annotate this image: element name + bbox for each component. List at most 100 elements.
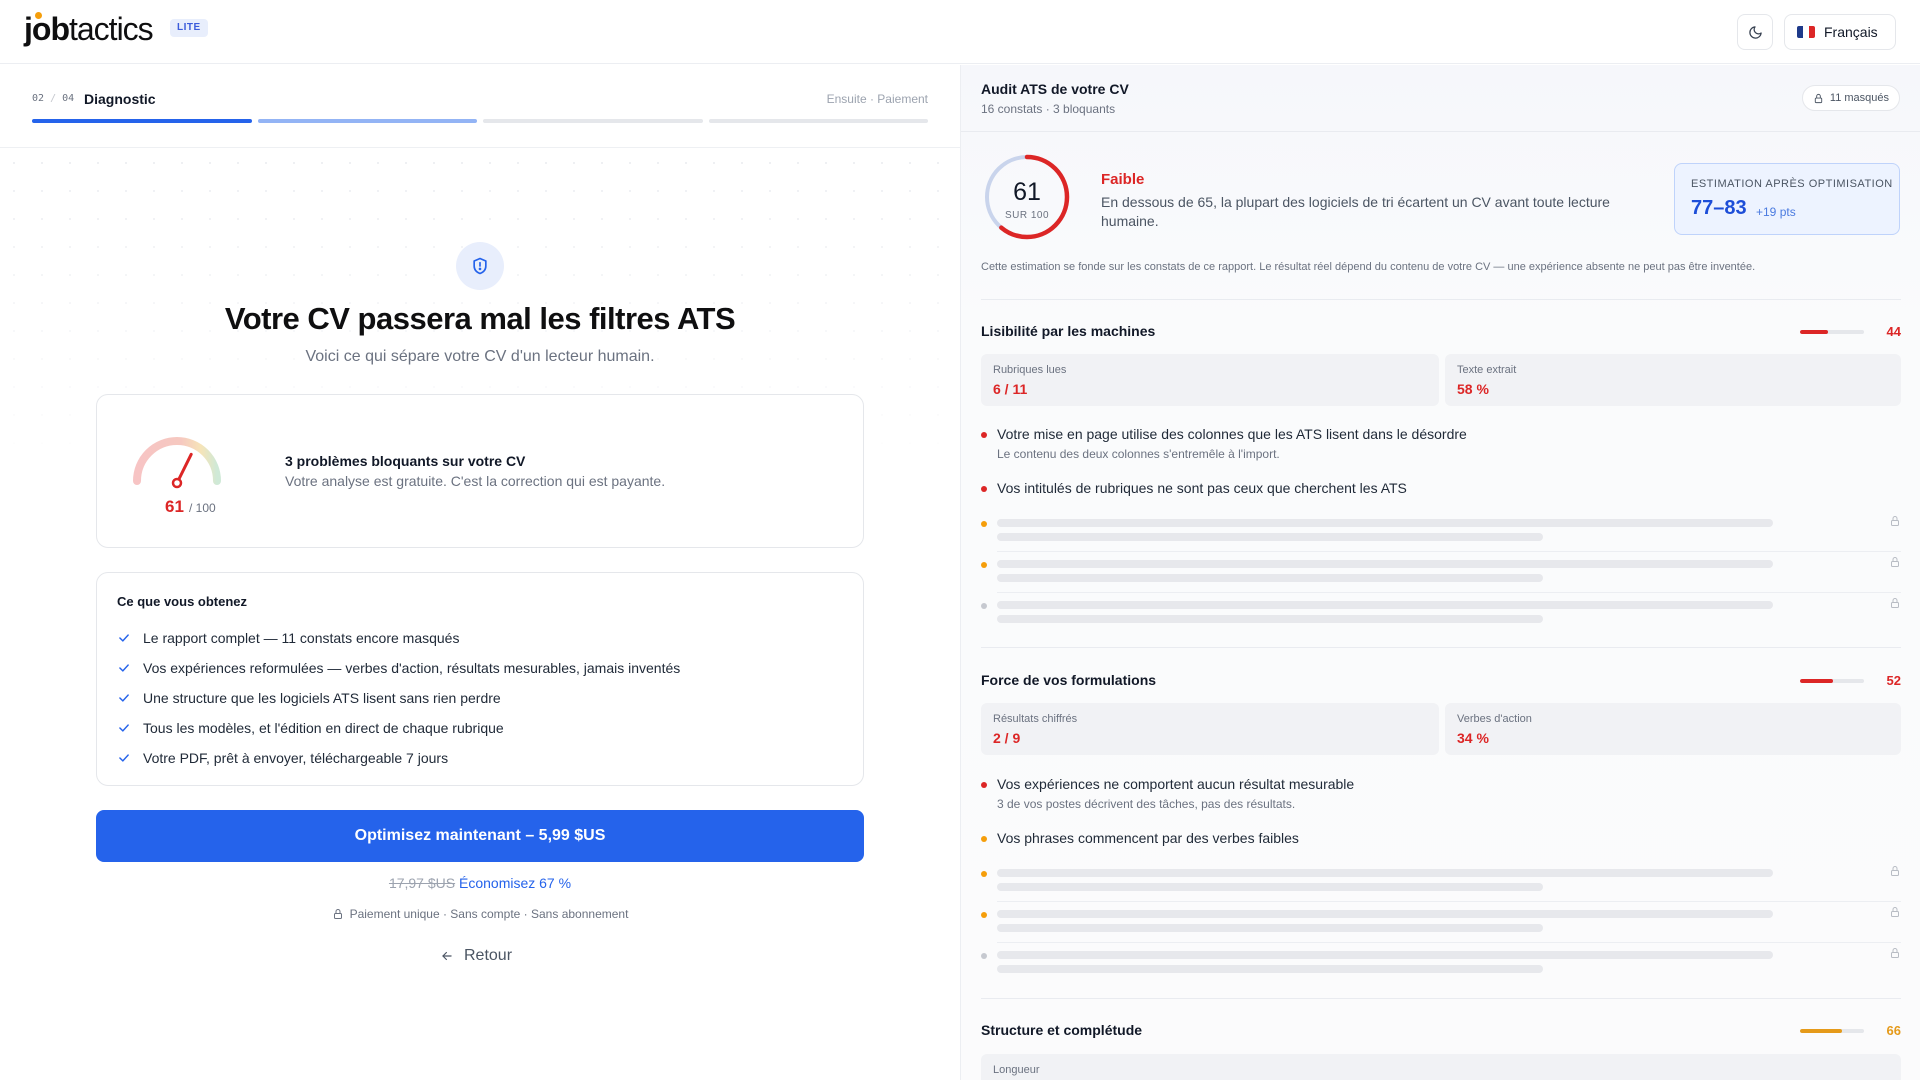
stat-value: 6 / 11 (993, 381, 1028, 397)
benefit-text: Tous les modèles, et l'édition en direct… (143, 720, 504, 736)
section-score-bar (1800, 1029, 1864, 1033)
step-progress-bar (32, 119, 928, 123)
section-title: Force de vos formulations (981, 672, 1157, 688)
severity-dot (981, 486, 987, 492)
section-score: 44 (1886, 324, 1901, 339)
benefits-card: Ce que vous obtenez Le rapport complet —… (96, 572, 864, 786)
language-label: Français (1824, 24, 1878, 40)
theme-toggle-button[interactable] (1737, 14, 1773, 50)
estimate-disclaimer: Cette estimation se fonde sur les consta… (981, 261, 1756, 273)
section-score-bar (1800, 330, 1864, 334)
severity-dot (981, 603, 987, 609)
section-score-fill (1800, 330, 1829, 334)
placeholder-line (997, 560, 1773, 568)
severity-dot (981, 871, 987, 877)
moon-icon (1748, 25, 1762, 39)
severity-dot (981, 912, 987, 918)
report-score: 61 (1013, 178, 1041, 206)
top-bar: jobtactics LITE Français (0, 0, 1920, 64)
stat-label: Rubriques lues (993, 364, 1067, 376)
savings-label: Économisez 67 % (459, 875, 572, 891)
benefit-text: Votre PDF, prêt à envoyer, téléchargeabl… (143, 750, 449, 766)
placeholder-line (997, 951, 1773, 959)
placeholder-line (997, 910, 1773, 918)
stat-value: 2 / 9 (993, 730, 1021, 746)
finding-detail: Le contenu des deux colonnes s'entremêle… (997, 447, 1280, 461)
stat-label: Longueur (993, 1064, 1040, 1076)
score-summary-card: 61 / 100 3 problèmes bloquants sur votre… (96, 394, 864, 548)
lock-icon (1891, 516, 1899, 526)
estimate-value: 77–83 (1691, 197, 1747, 219)
score-max: / 100 (189, 501, 216, 515)
step-counter: 02 / 04 (32, 93, 75, 104)
divider (997, 592, 1901, 593)
section-score-bar (1800, 679, 1864, 683)
grade-label: Faible (1101, 171, 1145, 188)
stat-label: Verbes d'action (1457, 713, 1532, 725)
divider (997, 901, 1901, 902)
divider (961, 131, 1920, 132)
stat-label: Texte extrait (1457, 364, 1517, 376)
language-selector[interactable]: Français (1784, 14, 1896, 50)
payment-note: Paiement unique · Sans compte · Sans abo… (0, 907, 960, 921)
report-title: Audit ATS de votre CV (981, 81, 1129, 97)
stat-card: Verbes d'action 34 % (1445, 703, 1901, 755)
section-score-fill (1800, 1029, 1843, 1033)
placeholder-line (997, 574, 1543, 582)
check-icon (117, 721, 131, 735)
report-subtitle: 16 constats · 3 bloquants (981, 102, 1116, 116)
divider (981, 299, 1901, 300)
checkout-panel: 02 / 04 Diagnostic Ensuite · Paiement Vo… (0, 65, 960, 1080)
section-score: 52 (1886, 673, 1901, 688)
placeholder-line (997, 924, 1543, 932)
stat-label: Résultats chiffrés (993, 713, 1078, 725)
check-icon (117, 631, 131, 645)
masked-finding (981, 863, 1901, 903)
next-step-label: Ensuite · Paiement (826, 92, 928, 106)
estimate-label: ESTIMATION APRÈS OPTIMISATION (1691, 178, 1893, 190)
list-item: Une structure que les logiciels ATS lise… (117, 683, 680, 713)
placeholder-line (997, 601, 1773, 609)
divider (0, 147, 960, 148)
finding-title: Vos intitulés de rubriques ne sont pas c… (997, 480, 1407, 496)
payment-note-text: Paiement unique · Sans compte · Sans abo… (349, 907, 629, 921)
divider (981, 647, 1901, 648)
finding-title: Vos expériences ne comportent aucun résu… (997, 776, 1355, 792)
section-score-fill (1800, 679, 1834, 683)
optimize-now-button[interactable]: Optimisez maintenant – 5,99 $US (96, 810, 864, 862)
severity-dot (981, 836, 987, 842)
finding-detail: 3 de vos postes décrivent des tâches, pa… (997, 797, 1296, 811)
lock-icon (1891, 598, 1899, 608)
lock-icon (1891, 557, 1899, 567)
lock-icon (1814, 93, 1823, 103)
benefit-text: Vos expériences reformulées — verbes d'a… (143, 660, 681, 676)
masked-finding (981, 945, 1901, 985)
logo[interactable]: jobtactics (24, 11, 154, 48)
placeholder-line (997, 519, 1773, 527)
section-title: Structure et complétude (981, 1022, 1143, 1038)
back-button[interactable]: Retour (440, 947, 512, 965)
old-price: 17,97 $US (388, 875, 456, 891)
estimate-delta: +19 pts (1756, 205, 1796, 219)
benefits-title: Ce que vous obtenez (117, 594, 248, 609)
severity-dot (981, 432, 987, 438)
progress-segment (257, 119, 477, 123)
hero-icon-badge (456, 242, 504, 290)
lock-icon (333, 909, 342, 919)
french-flag-icon (1797, 26, 1815, 38)
benefit-text: Une structure que les logiciels ATS lise… (143, 690, 501, 706)
list-item: Vos expériences reformulées — verbes d'a… (117, 653, 680, 683)
estimate-card: ESTIMATION APRÈS OPTIMISATION 77–83 +19 … (1674, 163, 1900, 235)
masked-finding (981, 595, 1901, 635)
gauge-arc (133, 437, 221, 485)
lite-badge: LITE (170, 19, 208, 37)
benefit-text: Le rapport complet — 11 constats encore … (143, 630, 460, 646)
step-indicator: 02 / 04 Diagnostic Ensuite · Paiement (32, 91, 928, 111)
audit-report-panel: Audit ATS de votre CV 16 constats · 3 bl… (960, 65, 1920, 1080)
list-item: Le rapport complet — 11 constats encore … (117, 623, 680, 653)
progress-segment (483, 119, 703, 123)
placeholder-line (997, 965, 1543, 973)
arrow-left-icon (442, 951, 452, 961)
lock-icon (1891, 866, 1899, 876)
grade-description: En dessous de 65, la plupart des logicie… (1101, 194, 1610, 229)
